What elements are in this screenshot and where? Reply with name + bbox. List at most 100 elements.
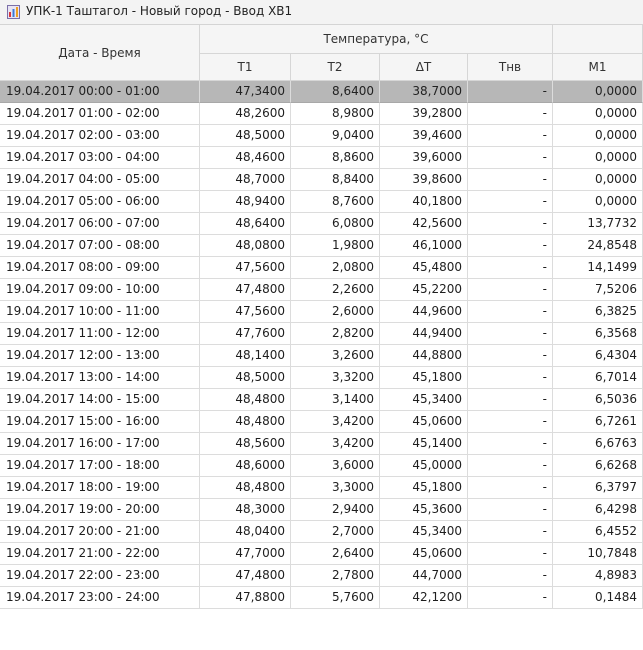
cell-thv[interactable]: - bbox=[468, 389, 553, 411]
cell-datetime[interactable]: 19.04.2017 20:00 - 21:00 bbox=[0, 521, 200, 543]
cell-t2[interactable]: 6,0800 bbox=[291, 213, 380, 235]
table-row[interactable]: 19.04.2017 12:00 - 13:00 48,1400 3,2600 44,… bbox=[0, 345, 643, 367]
table-row[interactable]: 19.04.2017 04:00 - 05:00 48,7000 8,8400 39,… bbox=[0, 169, 643, 191]
cell-thv[interactable]: - bbox=[468, 587, 553, 609]
cell-m1[interactable]: 6,6763 bbox=[553, 433, 643, 455]
cell-datetime[interactable]: 19.04.2017 00:00 - 01:00 bbox=[0, 81, 200, 103]
cell-dt[interactable]: 45,1800 bbox=[380, 477, 468, 499]
cell-t2[interactable]: 1,9800 bbox=[291, 235, 380, 257]
cell-m1[interactable]: 6,3568 bbox=[553, 323, 643, 345]
cell-thv[interactable]: - bbox=[468, 81, 553, 103]
cell-datetime[interactable]: 19.04.2017 16:00 - 17:00 bbox=[0, 433, 200, 455]
cell-thv[interactable]: - bbox=[468, 499, 553, 521]
cell-m1[interactable]: 6,4552 bbox=[553, 521, 643, 543]
table-row[interactable]: 19.04.2017 16:00 - 17:00 48,5600 3,4200 45,… bbox=[0, 433, 643, 455]
cell-datetime[interactable]: 19.04.2017 01:00 - 02:00 bbox=[0, 103, 200, 125]
cell-thv[interactable]: - bbox=[468, 147, 553, 169]
cell-datetime[interactable]: 19.04.2017 18:00 - 19:00 bbox=[0, 477, 200, 499]
cell-m1[interactable]: 0,1484 bbox=[553, 587, 643, 609]
cell-m1[interactable]: 6,7014 bbox=[553, 367, 643, 389]
table-row[interactable]: 19.04.2017 19:00 - 20:00 48,3000 2,9400 45,… bbox=[0, 499, 643, 521]
cell-dt[interactable]: 40,1800 bbox=[380, 191, 468, 213]
column-header-t1[interactable]: T1 bbox=[200, 54, 291, 81]
cell-thv[interactable]: - bbox=[468, 411, 553, 433]
cell-t1[interactable]: 48,0400 bbox=[200, 521, 291, 543]
cell-thv[interactable]: - bbox=[468, 191, 553, 213]
cell-thv[interactable]: - bbox=[468, 257, 553, 279]
cell-t2[interactable]: 8,6400 bbox=[291, 81, 380, 103]
cell-m1[interactable]: 0,0000 bbox=[553, 147, 643, 169]
table-row[interactable]: 19.04.2017 10:00 - 11:00 47,5600 2,6000 44,… bbox=[0, 301, 643, 323]
cell-datetime[interactable]: 19.04.2017 06:00 - 07:00 bbox=[0, 213, 200, 235]
cell-t2[interactable]: 2,7800 bbox=[291, 565, 380, 587]
cell-dt[interactable]: 44,8800 bbox=[380, 345, 468, 367]
cell-dt[interactable]: 46,1000 bbox=[380, 235, 468, 257]
cell-datetime[interactable]: 19.04.2017 07:00 - 08:00 bbox=[0, 235, 200, 257]
cell-t2[interactable]: 8,9800 bbox=[291, 103, 380, 125]
cell-m1[interactable]: 10,7848 bbox=[553, 543, 643, 565]
table-row[interactable]: 19.04.2017 17:00 - 18:00 48,6000 3,6000 45,… bbox=[0, 455, 643, 477]
cell-t2[interactable]: 2,6400 bbox=[291, 543, 380, 565]
cell-thv[interactable]: - bbox=[468, 455, 553, 477]
cell-thv[interactable]: - bbox=[468, 543, 553, 565]
cell-datetime[interactable]: 19.04.2017 10:00 - 11:00 bbox=[0, 301, 200, 323]
table-row[interactable]: 19.04.2017 09:00 - 10:00 47,4800 2,2600 45,… bbox=[0, 279, 643, 301]
cell-thv[interactable]: - bbox=[468, 477, 553, 499]
cell-m1[interactable]: 13,7732 bbox=[553, 213, 643, 235]
cell-m1[interactable]: 0,0000 bbox=[553, 169, 643, 191]
cell-t2[interactable]: 2,6000 bbox=[291, 301, 380, 323]
cell-t2[interactable]: 8,7600 bbox=[291, 191, 380, 213]
cell-dt[interactable]: 39,4600 bbox=[380, 125, 468, 147]
cell-dt[interactable]: 45,2200 bbox=[380, 279, 468, 301]
table-row[interactable]: 19.04.2017 01:00 - 02:00 48,2600 8,9800 39,… bbox=[0, 103, 643, 125]
cell-m1[interactable]: 4,8983 bbox=[553, 565, 643, 587]
cell-t2[interactable]: 9,0400 bbox=[291, 125, 380, 147]
cell-dt[interactable]: 45,1800 bbox=[380, 367, 468, 389]
cell-m1[interactable]: 0,0000 bbox=[553, 125, 643, 147]
cell-t1[interactable]: 48,3000 bbox=[200, 499, 291, 521]
column-header-m1[interactable]: M1 bbox=[553, 54, 643, 81]
cell-datetime[interactable]: 19.04.2017 22:00 - 23:00 bbox=[0, 565, 200, 587]
cell-dt[interactable]: 45,0000 bbox=[380, 455, 468, 477]
cell-thv[interactable]: - bbox=[468, 213, 553, 235]
cell-datetime[interactable]: 19.04.2017 09:00 - 10:00 bbox=[0, 279, 200, 301]
cell-t2[interactable]: 8,8600 bbox=[291, 147, 380, 169]
column-header-dt[interactable]: ΔT bbox=[380, 54, 468, 81]
cell-thv[interactable]: - bbox=[468, 125, 553, 147]
cell-datetime[interactable]: 19.04.2017 13:00 - 14:00 bbox=[0, 367, 200, 389]
cell-dt[interactable]: 45,0600 bbox=[380, 543, 468, 565]
cell-thv[interactable]: - bbox=[468, 235, 553, 257]
cell-t2[interactable]: 2,7000 bbox=[291, 521, 380, 543]
cell-datetime[interactable]: 19.04.2017 04:00 - 05:00 bbox=[0, 169, 200, 191]
table-row[interactable]: 19.04.2017 03:00 - 04:00 48,4600 8,8600 39,… bbox=[0, 147, 643, 169]
cell-datetime[interactable]: 19.04.2017 03:00 - 04:00 bbox=[0, 147, 200, 169]
cell-datetime[interactable]: 19.04.2017 19:00 - 20:00 bbox=[0, 499, 200, 521]
cell-dt[interactable]: 45,3400 bbox=[380, 521, 468, 543]
cell-dt[interactable]: 45,4800 bbox=[380, 257, 468, 279]
cell-t1[interactable]: 48,1400 bbox=[200, 345, 291, 367]
table-row[interactable]: 19.04.2017 13:00 - 14:00 48,5000 3,3200 45,… bbox=[0, 367, 643, 389]
cell-t1[interactable]: 48,0800 bbox=[200, 235, 291, 257]
cell-datetime[interactable]: 19.04.2017 21:00 - 22:00 bbox=[0, 543, 200, 565]
table-row[interactable]: 19.04.2017 06:00 - 07:00 48,6400 6,0800 42,… bbox=[0, 213, 643, 235]
cell-thv[interactable]: - bbox=[468, 323, 553, 345]
cell-t1[interactable]: 47,5600 bbox=[200, 257, 291, 279]
cell-m1[interactable]: 6,3797 bbox=[553, 477, 643, 499]
cell-dt[interactable]: 42,1200 bbox=[380, 587, 468, 609]
cell-datetime[interactable]: 19.04.2017 15:00 - 16:00 bbox=[0, 411, 200, 433]
table-row[interactable]: 19.04.2017 00:00 - 01:00 47,3400 8,6400 38,… bbox=[0, 81, 643, 103]
cell-datetime[interactable]: 19.04.2017 11:00 - 12:00 bbox=[0, 323, 200, 345]
table-row[interactable]: 19.04.2017 08:00 - 09:00 47,5600 2,0800 45,… bbox=[0, 257, 643, 279]
cell-dt[interactable]: 44,9600 bbox=[380, 301, 468, 323]
cell-t1[interactable]: 47,5600 bbox=[200, 301, 291, 323]
cell-t1[interactable]: 47,4800 bbox=[200, 279, 291, 301]
cell-t2[interactable]: 2,0800 bbox=[291, 257, 380, 279]
table-row[interactable]: 19.04.2017 15:00 - 16:00 48,4800 3,4200 45,… bbox=[0, 411, 643, 433]
table-row[interactable]: 19.04.2017 21:00 - 22:00 47,7000 2,6400 45,… bbox=[0, 543, 643, 565]
cell-datetime[interactable]: 19.04.2017 02:00 - 03:00 bbox=[0, 125, 200, 147]
cell-dt[interactable]: 39,8600 bbox=[380, 169, 468, 191]
cell-datetime[interactable]: 19.04.2017 23:00 - 24:00 bbox=[0, 587, 200, 609]
cell-thv[interactable]: - bbox=[468, 345, 553, 367]
cell-dt[interactable]: 45,3600 bbox=[380, 499, 468, 521]
cell-t1[interactable]: 48,4800 bbox=[200, 389, 291, 411]
